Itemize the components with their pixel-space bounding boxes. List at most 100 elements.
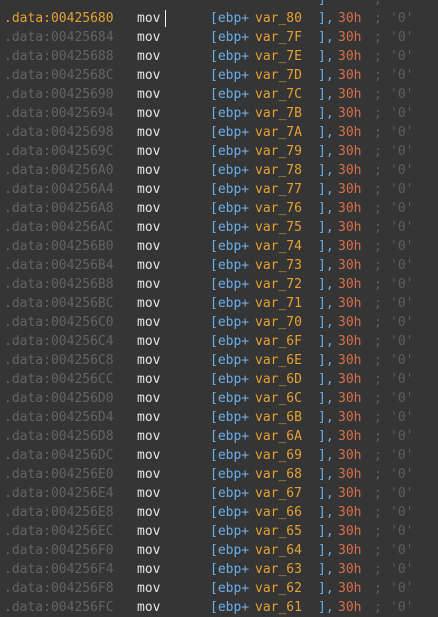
stack-variable-name[interactable]: var_70 [255, 313, 302, 332]
disasm-line[interactable]: .data:004256DC mov [ebp+ var_69], 30h; '0' [0, 446, 438, 465]
disasm-line[interactable]: .data:004256D0 mov [ebp+ var_6C], 30h; '0' [0, 389, 438, 408]
stack-variable-name[interactable]: var_6C [255, 389, 302, 408]
disasm-line[interactable]: .data:00425688 mov [ebp+ var_7E], 30h; '0' [0, 47, 438, 66]
stack-variable-name[interactable]: var_72 [255, 275, 302, 294]
address-label[interactable]: .data:00425694 [4, 104, 114, 123]
stack-variable-name[interactable]: var_6B [255, 408, 302, 427]
disasm-line[interactable]: .data:004256F0 mov [ebp+ var_64], 30h; '0' [0, 541, 438, 560]
address-label[interactable]: .data:00425688 [4, 47, 114, 66]
stack-variable-name[interactable]: var_7E [255, 47, 302, 66]
address-label[interactable]: .data:004256DC [4, 446, 114, 465]
disasm-line[interactable]: .data:004256A4 mov [ebp+ var_77], 30h; '0' [0, 180, 438, 199]
disasm-line[interactable]: .data:004256EC mov [ebp+ var_65], 30h; '0' [0, 522, 438, 541]
stack-variable-name[interactable]: var_77 [255, 180, 302, 199]
address-label[interactable]: .data:004256B0 [4, 237, 114, 256]
address-label[interactable]: .data:004256A8 [4, 199, 114, 218]
address-label[interactable]: .data:004256A4 [4, 180, 114, 199]
disasm-line[interactable]: .data:004256C4 mov [ebp+ var_6F], 30h; '0' [0, 332, 438, 351]
stack-variable-name[interactable]: var_78 [255, 161, 302, 180]
address-label[interactable]: .data:004256EC [4, 522, 114, 541]
stack-variable-name[interactable]: var_64 [255, 541, 302, 560]
partial-top-row[interactable]: ] ; [0, 0, 438, 9]
stack-variable-name[interactable]: var_7A [255, 123, 302, 142]
address-label[interactable]: .data:004256E0 [4, 465, 114, 484]
disasm-line[interactable]: .data:00425690 mov [ebp+ var_7C], 30h; '0' [0, 85, 438, 104]
stack-variable-name[interactable]: var_61 [255, 598, 302, 617]
char-comment: '0' [390, 125, 414, 140]
stack-variable-name[interactable]: var_67 [255, 484, 302, 503]
disasm-line[interactable]: .data:00425684 mov [ebp+ var_7F], 30h; '0' [0, 28, 438, 47]
disasm-line[interactable]: .data:004256B4 mov [ebp+ var_73], 30h; '0' [0, 256, 438, 275]
disasm-line[interactable]: .data:004256B8 mov [ebp+ var_72], 30h; '0' [0, 275, 438, 294]
address-label[interactable]: .data:004256B8 [4, 275, 114, 294]
disasm-line[interactable]: .data:004256BC mov [ebp+ var_71], 30h; '0' [0, 294, 438, 313]
address-label[interactable]: .data:004256D8 [4, 427, 114, 446]
stack-variable-name[interactable]: var_68 [255, 465, 302, 484]
stack-variable-name[interactable]: var_80 [255, 9, 302, 28]
address-label[interactable]: .data:004256C4 [4, 332, 114, 351]
stack-variable-name[interactable]: var_69 [255, 446, 302, 465]
disasm-line[interactable]: .data:0042569C mov [ebp+ var_79], 30h; '0' [0, 142, 438, 161]
stack-variable-name[interactable]: var_62 [255, 579, 302, 598]
disasm-line[interactable]: .data:004256AC mov [ebp+ var_75], 30h; '0' [0, 218, 438, 237]
disasm-line[interactable]: .data:004256E0 mov [ebp+ var_68], 30h; '0' [0, 465, 438, 484]
disasm-line[interactable]: .data:004256E4 mov [ebp+ var_67], 30h; '0' [0, 484, 438, 503]
disasm-line[interactable]: .data:004256FC mov [ebp+ var_61], 30h; '0' [0, 598, 438, 617]
address-label[interactable]: .data:004256C0 [4, 313, 114, 332]
stack-variable-name[interactable]: var_6E [255, 351, 302, 370]
stack-variable-name[interactable]: var_79 [255, 142, 302, 161]
address-label[interactable]: .data:00425698 [4, 123, 114, 142]
stack-variable-name[interactable]: var_6D [255, 370, 302, 389]
disasm-line[interactable]: .data:00425680 mov [ebp+ var_80], 30h; '0' [0, 9, 438, 28]
address-label[interactable]: .data:004256E8 [4, 503, 114, 522]
address-label[interactable]: .data:004256F4 [4, 560, 114, 579]
address-label[interactable]: .data:004256BC [4, 294, 114, 313]
disasm-line[interactable]: .data:00425694 mov [ebp+ var_7B], 30h; '0' [0, 104, 438, 123]
address-label[interactable]: .data:004256C8 [4, 351, 114, 370]
operand-base-register: [ebp+ [210, 11, 250, 26]
stack-variable-name[interactable]: var_66 [255, 503, 302, 522]
address-label[interactable]: .data:004256D4 [4, 408, 114, 427]
stack-variable-name[interactable]: var_7F [255, 28, 302, 47]
disasm-line[interactable]: .data:004256D8 mov [ebp+ var_6A], 30h; '0' [0, 427, 438, 446]
disasm-line[interactable]: .data:004256B0 mov [ebp+ var_74], 30h; '0' [0, 237, 438, 256]
stack-variable-name[interactable]: var_73 [255, 256, 302, 275]
stack-variable-name[interactable]: var_63 [255, 560, 302, 579]
address-label[interactable]: .data:004256B4 [4, 256, 114, 275]
disasm-line[interactable]: .data:004256F4 mov [ebp+ var_63], 30h; '0' [0, 560, 438, 579]
address-label[interactable]: .data:004256AC [4, 218, 114, 237]
address-label[interactable]: .data:004256F8 [4, 579, 114, 598]
disasm-line[interactable]: .data:004256C0 mov [ebp+ var_70], 30h; '0' [0, 313, 438, 332]
disasm-line[interactable]: .data:004256D4 mov [ebp+ var_6B], 30h; '0' [0, 408, 438, 427]
address-label[interactable]: .data:00425680 [4, 9, 114, 28]
disasm-line[interactable]: .data:0042568C mov [ebp+ var_7D], 30h; '0' [0, 66, 438, 85]
disassembly-listing[interactable]: ] ; .data:00425680 mov [ebp+ var_80], 30h; '0… [0, 0, 438, 617]
address-label[interactable]: .data:004256A0 [4, 161, 114, 180]
address-label[interactable]: .data:004256FC [4, 598, 114, 617]
disasm-line[interactable]: .data:004256A0 mov [ebp+ var_78], 30h; '0' [0, 161, 438, 180]
disasm-line[interactable]: .data:004256C8 mov [ebp+ var_6E], 30h; '0' [0, 351, 438, 370]
stack-variable-name[interactable]: var_7D [255, 66, 302, 85]
address-label[interactable]: .data:00425684 [4, 28, 114, 47]
address-label[interactable]: .data:004256D0 [4, 389, 114, 408]
stack-variable-name[interactable]: var_7B [255, 104, 302, 123]
disasm-line[interactable]: .data:004256A8 mov [ebp+ var_76], 30h; '0' [0, 199, 438, 218]
address-label[interactable]: .data:004256CC [4, 370, 114, 389]
address-label[interactable]: .data:00425690 [4, 85, 114, 104]
stack-variable-name[interactable]: var_74 [255, 237, 302, 256]
disasm-line[interactable]: .data:004256CC mov [ebp+ var_6D], 30h; '0' [0, 370, 438, 389]
stack-variable-name[interactable]: var_65 [255, 522, 302, 541]
stack-variable-name[interactable]: var_75 [255, 218, 302, 237]
stack-variable-name[interactable]: var_7C [255, 85, 302, 104]
disasm-line[interactable]: .data:00425698 mov [ebp+ var_7A], 30h; '0' [0, 123, 438, 142]
disasm-line[interactable]: .data:004256F8 mov [ebp+ var_62], 30h; '0' [0, 579, 438, 598]
address-label[interactable]: .data:0042568C [4, 66, 114, 85]
address-label[interactable]: .data:004256F0 [4, 541, 114, 560]
stack-variable-name[interactable]: var_76 [255, 199, 302, 218]
address-label[interactable]: .data:004256E4 [4, 484, 114, 503]
disasm-line[interactable]: .data:004256E8 mov [ebp+ var_66], 30h; '0' [0, 503, 438, 522]
address-label[interactable]: .data:0042569C [4, 142, 114, 161]
stack-variable-name[interactable]: var_6A [255, 427, 302, 446]
stack-variable-name[interactable]: var_71 [255, 294, 302, 313]
stack-variable-name[interactable]: var_6F [255, 332, 302, 351]
